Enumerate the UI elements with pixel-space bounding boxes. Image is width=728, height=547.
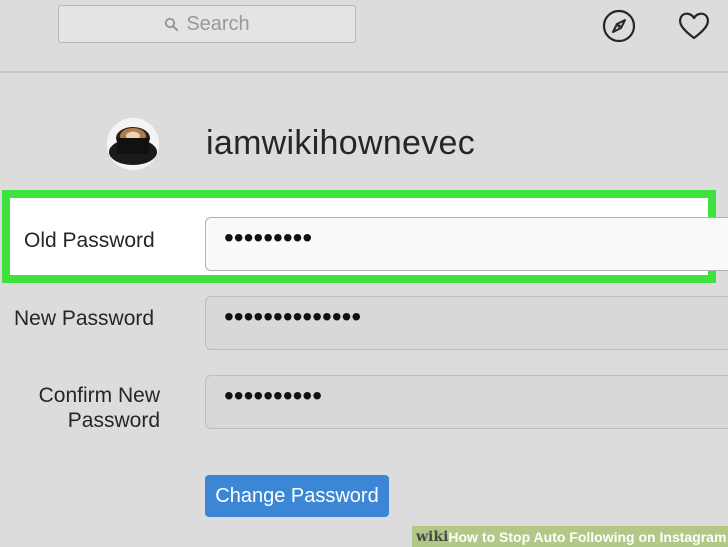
avatar[interactable] [107,118,159,170]
confirm-password-label: Confirm New Password [27,383,160,433]
watermark-brand: wiki [416,528,449,545]
top-bar: Search [0,0,728,60]
profile-username: iamwikihownevec [206,124,476,162]
compass-icon[interactable] [601,8,637,44]
new-password-label: New Password [14,307,155,330]
search-placeholder: Search [186,12,250,35]
new-password-field[interactable]: •••••••••••••• [205,296,728,350]
watermark: wiki How to Stop Auto Following on Instag… [412,526,728,547]
old-password-label: Old Password [24,229,155,252]
old-password-field[interactable]: ••••••••• [205,217,728,271]
confirm-password-field[interactable]: •••••••••• [205,375,728,429]
new-password-value: •••••••••••••• [224,301,362,332]
confirm-label-line1: Confirm New [38,384,160,407]
search-input[interactable]: Search [58,5,356,43]
header-divider [0,71,728,73]
confirm-password-value: •••••••••• [224,380,323,411]
watermark-how: How [448,528,478,545]
change-password-button[interactable]: Change Password [205,475,389,517]
heart-icon[interactable] [676,8,712,44]
search-icon [165,17,179,31]
watermark-title: to Stop Auto Following on Instagram [481,528,727,545]
confirm-label-line2: Password [67,409,160,432]
old-password-value: ••••••••• [224,222,313,253]
